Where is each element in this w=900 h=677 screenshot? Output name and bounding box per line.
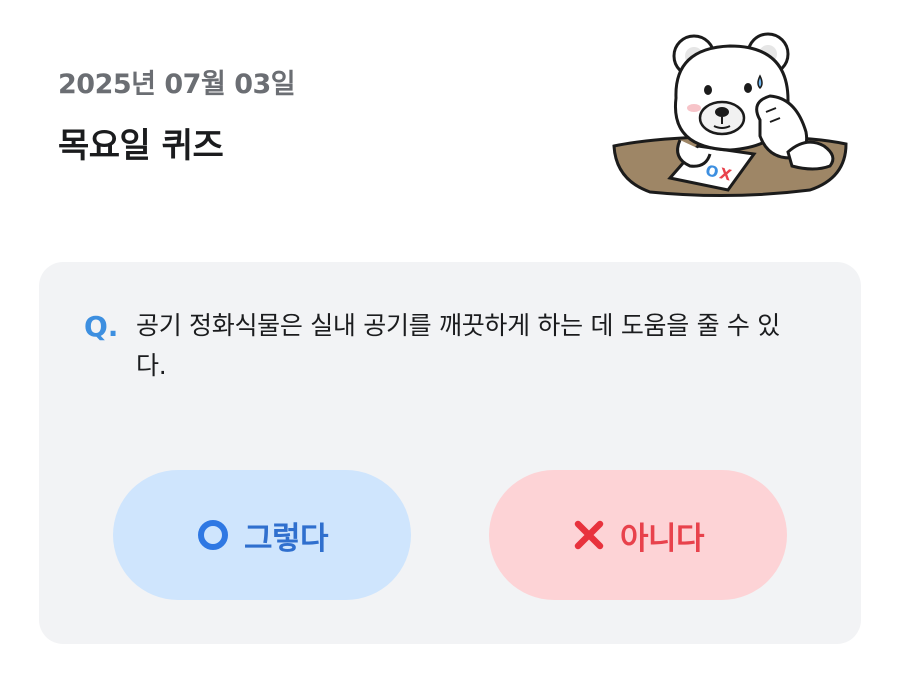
page-title: 목요일 퀴즈 [58, 126, 224, 166]
question-text: 공기 정화식물은 실내 공기를 깨끗하게 하는 데 도움을 줄 수 있다. [136, 311, 780, 380]
circle-o-icon [196, 518, 230, 552]
question-label: Q. [84, 310, 119, 343]
polar-bear-mascot-icon: O X [612, 32, 848, 198]
quiz-date: 2025년 07월 03일 [58, 69, 296, 100]
answer-no-button[interactable]: 아니다 [489, 470, 787, 600]
answer-yes-label: 그렇다 [243, 520, 329, 557]
answer-no-label: 아니다 [619, 520, 705, 557]
answer-yes-button[interactable]: 그렇다 [113, 470, 411, 600]
quiz-page: 2025년 07월 03일 목요일 퀴즈 O X Q. 공기 정화식물은 실내 … [0, 0, 900, 677]
x-mark-icon [572, 518, 606, 552]
quiz-card: Q. 공기 정화식물은 실내 공기를 깨끗하게 하는 데 도움을 줄 수 있다.… [39, 262, 861, 644]
